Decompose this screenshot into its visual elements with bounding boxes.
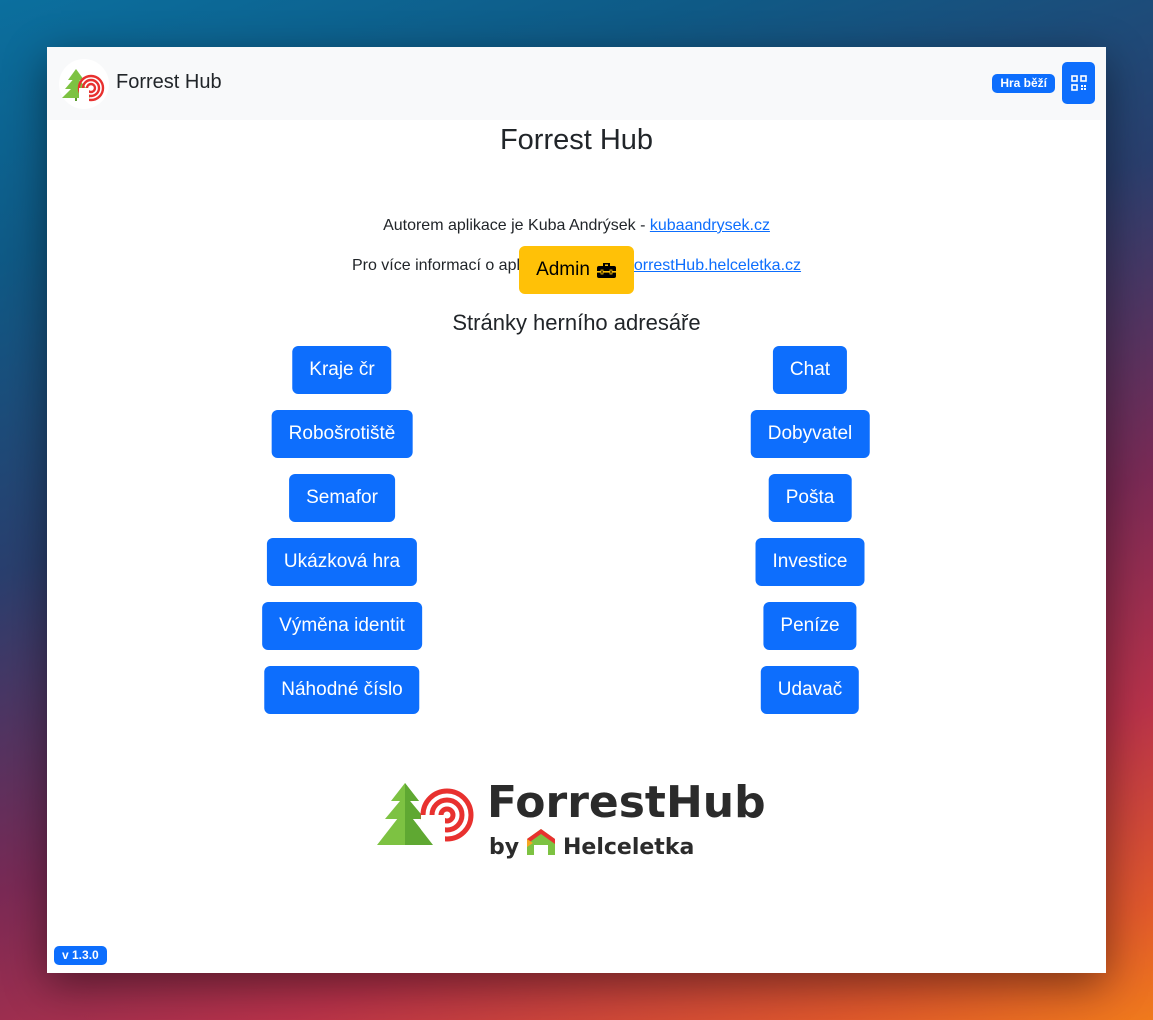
admin-button[interactable]: Admin — [519, 246, 634, 294]
toolbox-icon — [596, 263, 616, 278]
page-button-robosrotiste[interactable]: Robošrotiště — [271, 410, 413, 458]
page-title: Forrest Hub — [499, 124, 654, 156]
directory-section-title: Stránky herního adresáře — [452, 310, 701, 335]
page-button-udavac[interactable]: Udavač — [760, 666, 860, 714]
page-button-nahodne-cislo[interactable]: Náhodné číslo — [264, 666, 420, 714]
game-status-badge: Hra běží — [992, 74, 1055, 93]
page-button-posta[interactable]: Pošta — [768, 474, 852, 522]
footer-by-text: by — [489, 835, 519, 860]
forresthub-logo-icon[interactable] — [59, 59, 109, 109]
info-link[interactable]: ForrestHub.helceletka.cz — [624, 257, 801, 274]
author-line: Autorem aplikace je Kuba Andrýsek - kuba… — [47, 217, 1106, 235]
navbar: Forrest Hub Hra běží — [47, 47, 1106, 120]
page-button-investice[interactable]: Investice — [755, 538, 865, 586]
page-button-vymena-identit[interactable]: Výměna identit — [262, 602, 422, 650]
page-button-penize[interactable]: Peníze — [763, 602, 857, 650]
footer-brand-name: ForrestHub — [487, 777, 766, 828]
author-text: Autorem aplikace je Kuba Andrýsek - — [383, 217, 650, 234]
app-window: Forrest Hub Hra běží Forrest Hub Autorem… — [47, 47, 1106, 973]
page-button-ukazkova-hra[interactable]: Ukázková hra — [266, 538, 418, 586]
version-badge: v 1.3.0 — [54, 946, 107, 965]
qr-code-button[interactable] — [1062, 62, 1095, 104]
page-button-dobyvatel[interactable]: Dobyvatel — [750, 410, 870, 458]
page-button-kraje-cr[interactable]: Kraje čr — [292, 346, 392, 394]
helceletka-house-icon — [527, 829, 555, 855]
page-button-chat[interactable]: Chat — [772, 346, 848, 394]
admin-label: Admin — [536, 259, 590, 280]
footer-partner-name: Helceletka — [563, 835, 694, 860]
author-link[interactable]: kubaandrysek.cz — [650, 217, 770, 234]
page-button-semafor[interactable]: Semafor — [289, 474, 395, 522]
footer-brand-logo: ForrestHub by Helceletka — [377, 777, 766, 860]
app-title[interactable]: Forrest Hub — [116, 71, 222, 94]
qr-code-icon — [1070, 75, 1087, 91]
